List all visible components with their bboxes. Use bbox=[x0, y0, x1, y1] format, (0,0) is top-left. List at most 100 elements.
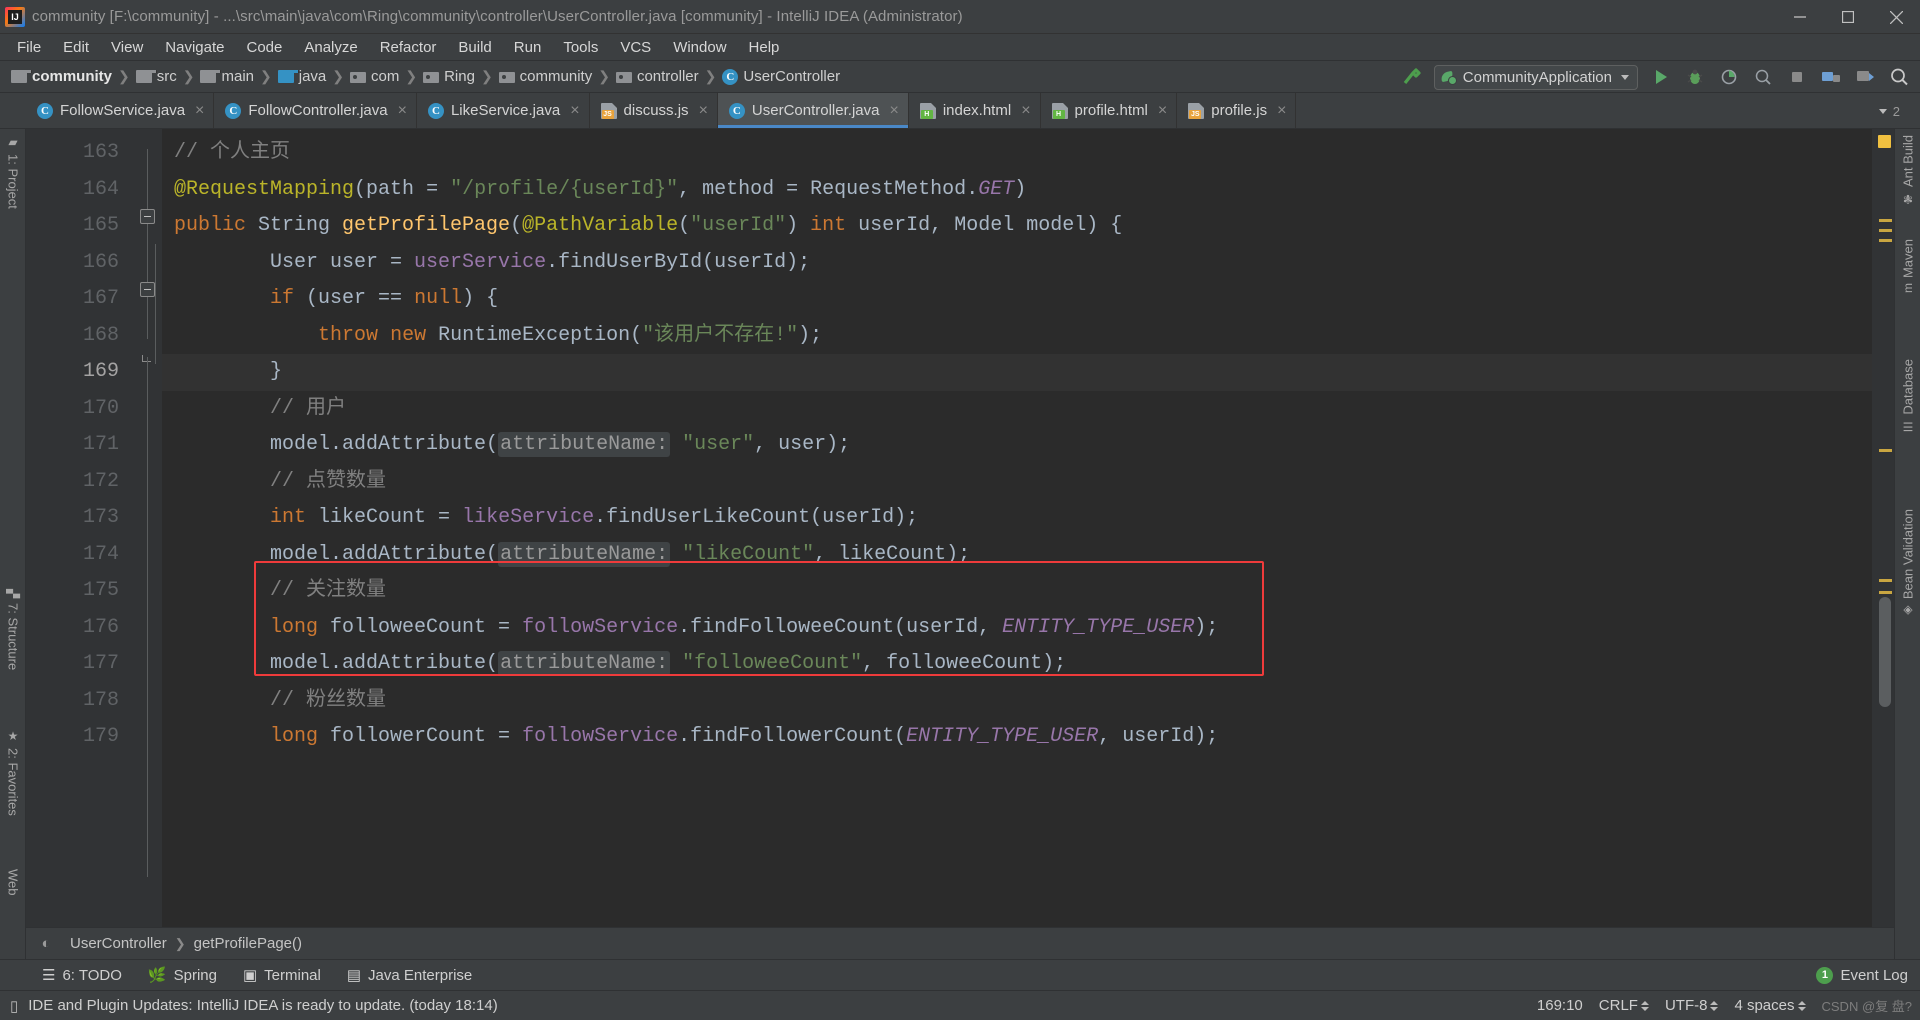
tab-close-icon[interactable]: × bbox=[398, 102, 407, 119]
inspection-status-indicator[interactable] bbox=[1878, 135, 1891, 148]
code-line-168[interactable]: throw new RuntimeException("该用户不存在!"); bbox=[162, 318, 1872, 355]
maximize-button[interactable] bbox=[1824, 0, 1872, 34]
code-text-area[interactable]: // 个人主页 @RequestMapping(path = "/profile… bbox=[162, 129, 1872, 927]
tab-close-icon[interactable]: × bbox=[889, 102, 898, 119]
nav-crumb-com[interactable]: com bbox=[347, 67, 402, 86]
menu-view[interactable]: View bbox=[100, 37, 154, 58]
line-number: 177 bbox=[82, 652, 119, 675]
tab-followservice-java[interactable]: C FollowService.java × bbox=[26, 93, 215, 128]
menu-tools[interactable]: Tools bbox=[552, 37, 609, 58]
close-button[interactable] bbox=[1872, 0, 1920, 34]
vcs-update-button[interactable] bbox=[1816, 64, 1846, 90]
code-line-171[interactable]: model.addAttribute(attributeName: "user"… bbox=[162, 427, 1872, 464]
menu-run[interactable]: Run bbox=[503, 37, 553, 58]
code-line-173[interactable]: int likeCount = likeService.findUserLike… bbox=[162, 500, 1872, 537]
status-message[interactable]: IDE and Plugin Updates: IntelliJ IDEA is… bbox=[28, 997, 497, 1014]
search-everywhere-button[interactable] bbox=[1884, 64, 1914, 90]
run-button[interactable] bbox=[1646, 64, 1676, 90]
editor-scrollbar-thumb[interactable] bbox=[1879, 597, 1891, 707]
code-line-165[interactable]: public String getProfilePage(@PathVariab… bbox=[162, 208, 1872, 245]
code-line-170[interactable]: // 用户 bbox=[162, 391, 1872, 428]
crumb-separator: ❯ bbox=[182, 68, 195, 84]
menu-refactor[interactable]: Refactor bbox=[369, 37, 448, 58]
fold-region-if[interactable] bbox=[140, 282, 155, 297]
code-line-176[interactable]: long followeeCount = followService.findF… bbox=[162, 610, 1872, 647]
menu-build[interactable]: Build bbox=[447, 37, 502, 58]
code-line-178[interactable]: // 粉丝数量 bbox=[162, 683, 1872, 720]
sidebar-item-project[interactable]: ▰ 1: Project bbox=[0, 135, 26, 209]
breadcrumb-method[interactable]: getProfilePage() bbox=[190, 935, 306, 952]
tab-close-icon[interactable]: × bbox=[570, 102, 579, 119]
nav-crumb-main[interactable]: main bbox=[197, 67, 257, 86]
bottom-item-todo[interactable]: ☰ 6: TODO bbox=[42, 966, 122, 985]
code-line-169[interactable]: } bbox=[162, 354, 1872, 391]
sidebar-item-bean-validation[interactable]: ◈ Bean Validation bbox=[1895, 509, 1920, 618]
line-number-current: 169 bbox=[82, 360, 119, 383]
minimize-button[interactable] bbox=[1776, 0, 1824, 34]
nav-crumb-java[interactable]: java bbox=[275, 67, 330, 86]
nav-crumb-controller[interactable]: controller bbox=[613, 67, 702, 86]
tab-profile-js[interactable]: JS profile.js × bbox=[1177, 93, 1297, 128]
tab-discuss-js[interactable]: JS discuss.js × bbox=[589, 93, 718, 128]
code-line-177[interactable]: model.addAttribute(attributeName: "follo… bbox=[162, 646, 1872, 683]
editor-marker-bar[interactable] bbox=[1872, 129, 1894, 927]
tab-index-html[interactable]: H index.html × bbox=[908, 93, 1041, 128]
make-project-button[interactable] bbox=[1396, 64, 1426, 90]
tab-overflow-control[interactable]: 2 bbox=[1878, 93, 1916, 129]
tab-close-icon[interactable]: × bbox=[699, 102, 708, 119]
tab-close-icon[interactable]: × bbox=[1277, 102, 1286, 119]
nav-crumb-community[interactable]: community bbox=[8, 67, 115, 86]
sidebar-item-ant-build[interactable]: ✾ Ant Build bbox=[1895, 135, 1920, 206]
indent-selector[interactable]: 4 spaces bbox=[1734, 997, 1806, 1014]
tab-close-icon[interactable]: × bbox=[1021, 102, 1030, 119]
menu-vcs[interactable]: VCS bbox=[609, 37, 662, 58]
line-separator-selector[interactable]: CRLF bbox=[1599, 997, 1649, 1014]
sidebar-item-favorites[interactable]: ★ 2: Favorites bbox=[0, 729, 26, 816]
tab-followcontroller-java[interactable]: C FollowController.java × bbox=[214, 93, 417, 128]
code-line-167[interactable]: if (user == null) { bbox=[162, 281, 1872, 318]
stop-button[interactable] bbox=[1782, 64, 1812, 90]
vcs-commit-button[interactable] bbox=[1850, 64, 1880, 90]
nav-crumb-usercontroller[interactable]: C UserController bbox=[719, 67, 843, 86]
caret-position[interactable]: 169:10 bbox=[1537, 997, 1583, 1014]
nav-crumb-ring[interactable]: Ring bbox=[420, 67, 478, 86]
bottom-item-java-enterprise[interactable]: ▤ Java Enterprise bbox=[347, 966, 472, 985]
code-line-174[interactable]: model.addAttribute(attributeName: "likeC… bbox=[162, 537, 1872, 574]
code-line-172[interactable]: // 点赞数量 bbox=[162, 464, 1872, 501]
menu-navigate[interactable]: Navigate bbox=[154, 37, 235, 58]
nav-crumb-community-pkg[interactable]: community bbox=[496, 67, 596, 86]
run-with-coverage-button[interactable] bbox=[1714, 64, 1744, 90]
menu-code[interactable]: Code bbox=[235, 37, 293, 58]
menu-help[interactable]: Help bbox=[738, 37, 791, 58]
code-line-164[interactable]: @RequestMapping(path = "/profile/{userId… bbox=[162, 172, 1872, 209]
sidebar-item-maven[interactable]: m Maven bbox=[1895, 239, 1920, 293]
code-line-175[interactable]: // 关注数量 bbox=[162, 573, 1872, 610]
debug-button[interactable] bbox=[1680, 64, 1710, 90]
code-line-163[interactable]: // 个人主页 bbox=[162, 135, 1872, 172]
profile-button[interactable] bbox=[1748, 64, 1778, 90]
run-configuration-selector[interactable]: CommunityApplication bbox=[1433, 64, 1638, 90]
event-log-button[interactable]: 1 Event Log bbox=[1816, 966, 1908, 984]
tab-close-icon[interactable]: × bbox=[195, 102, 204, 119]
menu-edit[interactable]: Edit bbox=[52, 37, 100, 58]
bottom-item-terminal[interactable]: ▣ Terminal bbox=[243, 966, 321, 985]
html-file-icon: H bbox=[1051, 102, 1068, 119]
java-class-icon: C bbox=[728, 102, 745, 119]
encoding-selector[interactable]: UTF-8 bbox=[1665, 997, 1719, 1014]
menu-file[interactable]: File bbox=[6, 37, 52, 58]
tab-usercontroller-java[interactable]: C UserController.java × bbox=[717, 93, 909, 128]
code-line-179[interactable]: long followerCount = followService.findF… bbox=[162, 719, 1872, 756]
tab-likeservice-java[interactable]: C LikeService.java × bbox=[416, 93, 590, 128]
sidebar-item-web[interactable]: Web bbox=[0, 869, 26, 896]
menu-analyze[interactable]: Analyze bbox=[293, 37, 368, 58]
code-line-166[interactable]: User user = userService.findUserById(use… bbox=[162, 245, 1872, 282]
tab-profile-html[interactable]: H profile.html × bbox=[1040, 93, 1178, 128]
fold-region-method[interactable] bbox=[140, 209, 155, 224]
nav-crumb-src[interactable]: src bbox=[133, 67, 180, 86]
breadcrumb-class[interactable]: UserController bbox=[66, 935, 171, 952]
sidebar-item-database[interactable]: ☰ Database bbox=[1895, 359, 1920, 434]
bottom-item-spring[interactable]: 🌿 Spring bbox=[148, 966, 217, 985]
tab-close-icon[interactable]: × bbox=[1158, 102, 1167, 119]
menu-window[interactable]: Window bbox=[662, 37, 737, 58]
sidebar-item-structure[interactable]: ▞ 7: Structure bbox=[0, 589, 26, 670]
